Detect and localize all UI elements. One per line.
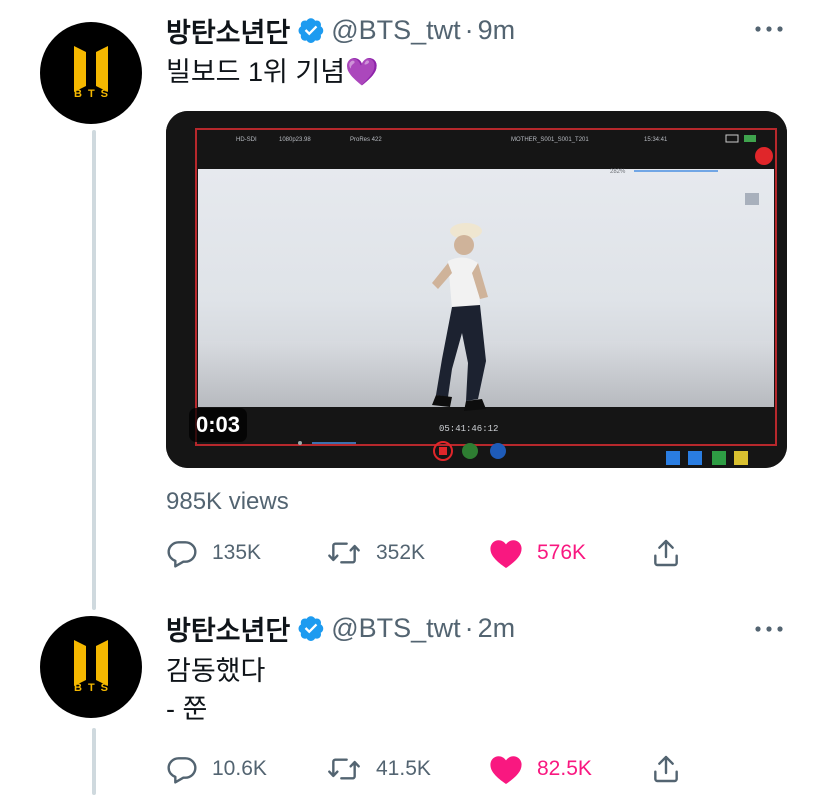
tweet-header: 방탄소년단 @BTS_twt · 2m: [166, 608, 515, 648]
hud-text: MOTHER_S001_S001_T201: [511, 137, 589, 143]
tweet-header: 방탄소년단 @BTS_twt · 9m: [166, 10, 515, 50]
like-button[interactable]: 576K: [489, 536, 586, 570]
tweet-text: 감동했다 - 쭌: [166, 652, 265, 728]
thread-line: [92, 728, 96, 795]
zoom-readout: 282%: [610, 169, 626, 175]
tweet-text-line: - 쭌: [166, 694, 208, 724]
share-icon: [654, 539, 678, 567]
bts-logo: [74, 46, 108, 92]
reply-icon: [167, 757, 197, 784]
reply-icon: [167, 541, 197, 568]
separator: ·: [464, 14, 474, 45]
share-icon: [654, 755, 678, 783]
like-button[interactable]: 82.5K: [489, 752, 592, 786]
video-duration: 0:03: [189, 408, 248, 442]
bts-logo: [74, 640, 108, 686]
thread-line: [92, 130, 96, 610]
separator: ·: [464, 612, 474, 643]
like-count: 82.5K: [537, 757, 592, 780]
share-button[interactable]: [650, 752, 682, 786]
retweet-button[interactable]: 41.5K: [326, 752, 431, 786]
video-player[interactable]: HD-SDI 1080p23.98 ProRes 422 MOTHER_S001…: [166, 111, 787, 468]
tweet-text: 빌보드 1위 기념💜: [166, 53, 379, 91]
reply-count: 10.6K: [212, 757, 267, 780]
avatar-label: BTS: [74, 682, 114, 694]
handle[interactable]: @BTS_twt: [331, 613, 460, 644]
hud-text: ProRes 422: [350, 137, 382, 143]
reply-button[interactable]: 10.6K: [166, 752, 267, 786]
timestamp[interactable]: 2m: [478, 613, 516, 644]
retweet-button[interactable]: 352K: [326, 536, 425, 570]
verified-badge-icon: [298, 18, 324, 43]
heart-icon: [490, 540, 522, 569]
avatar-label: BTS: [74, 88, 114, 100]
timecode: 05:41:46:12: [439, 424, 498, 434]
more-icon[interactable]: [753, 623, 785, 635]
reply-button[interactable]: 135K: [166, 536, 261, 570]
retweet-count: 41.5K: [376, 757, 431, 780]
hud-text: 15:34:41: [644, 137, 668, 143]
avatar[interactable]: BTS: [40, 616, 142, 718]
retweet-icon: [328, 758, 360, 780]
retweet-icon: [328, 542, 360, 564]
reply-count: 135K: [212, 541, 262, 564]
tweet-text-line: 빌보드 1위 기념💜: [166, 57, 379, 87]
video-frame: HD-SDI 1080p23.98 ProRes 422 MOTHER_S001…: [166, 111, 787, 468]
retweet-count: 352K: [376, 541, 426, 564]
display-name[interactable]: 방탄소년단: [166, 11, 290, 50]
more-icon[interactable]: [753, 23, 785, 35]
verified-badge-icon: [298, 616, 324, 641]
tweet-text-line: 감동했다: [166, 656, 266, 686]
hud-text: HD-SDI: [236, 137, 257, 143]
handle[interactable]: @BTS_twt: [331, 15, 460, 46]
display-name[interactable]: 방탄소년단: [166, 609, 290, 648]
like-count: 576K: [537, 541, 587, 564]
heart-icon: [490, 756, 522, 785]
view-count[interactable]: 985K views: [166, 488, 289, 516]
avatar[interactable]: BTS: [40, 22, 142, 124]
timestamp[interactable]: 9m: [478, 15, 516, 46]
hud-text: 1080p23.98: [279, 137, 311, 143]
share-button[interactable]: [650, 536, 682, 570]
